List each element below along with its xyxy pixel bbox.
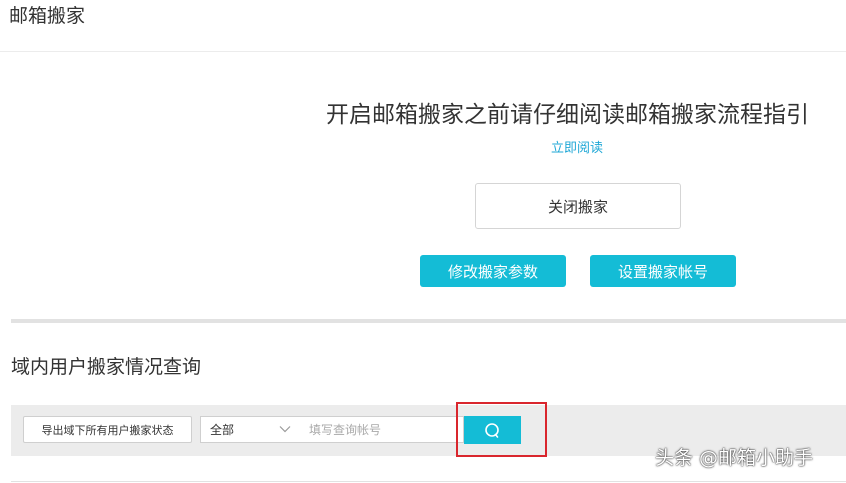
watermark: 头条 @邮箱小助手 — [655, 447, 814, 469]
read-now-link[interactable]: 立即阅读 — [551, 140, 603, 158]
search-button[interactable] — [464, 416, 521, 444]
title-divider — [0, 51, 846, 52]
guide-heading: 开启邮箱搬家之前请仔细阅读邮箱搬家流程指引 — [326, 102, 809, 128]
set-migration-account-button[interactable]: 设置搬家帐号 — [590, 255, 736, 287]
section-divider — [11, 319, 846, 323]
account-search-input[interactable] — [300, 416, 464, 443]
modify-migration-params-button[interactable]: 修改搬家参数 — [420, 255, 566, 287]
page-title: 邮箱搬家 — [9, 5, 86, 27]
chevron-down-icon — [278, 422, 292, 436]
scope-select[interactable]: 全部 — [200, 416, 301, 443]
search-icon — [484, 422, 501, 439]
close-migration-button[interactable]: 关闭搬家 — [475, 183, 681, 229]
query-section-title: 域内用户搬家情况查询 — [11, 356, 202, 378]
export-status-button[interactable]: 导出域下所有用户搬家状态 — [23, 416, 192, 443]
bottom-divider — [11, 481, 846, 482]
scope-select-value: 全部 — [210, 423, 235, 437]
